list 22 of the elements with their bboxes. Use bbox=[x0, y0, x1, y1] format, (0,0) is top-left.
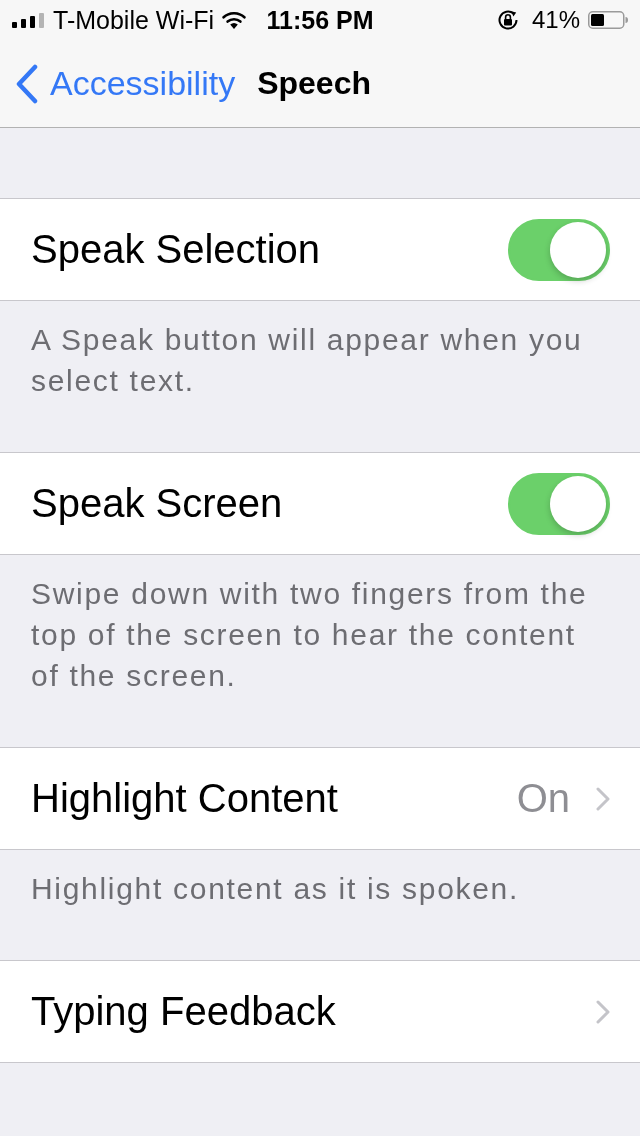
row-label: Typing Feedback bbox=[31, 989, 337, 1034]
row-value: On bbox=[516, 776, 570, 821]
toggle-switch[interactable] bbox=[508, 218, 610, 281]
footer-note: Swipe down with two fingers from the top of the screen to hear the content of the screen. bbox=[30, 576, 589, 694]
carrier-name: T-Mobile Wi-Fi bbox=[53, 5, 215, 35]
row-label: Highlight Content bbox=[31, 776, 339, 821]
battery-icon bbox=[588, 11, 628, 29]
rotation-lock-icon bbox=[495, 8, 520, 32]
chevron-right-icon bbox=[596, 786, 610, 811]
toggle-switch[interactable] bbox=[508, 472, 610, 535]
battery-percent: 41% bbox=[531, 6, 580, 34]
footer-note: A Speak button will appear when you select text. bbox=[30, 322, 584, 399]
chevron-left-icon bbox=[16, 63, 38, 104]
wifi-icon bbox=[222, 11, 247, 29]
status-time: 11:56 PM bbox=[266, 5, 374, 35]
row-label: Speak Screen bbox=[31, 481, 284, 526]
footer-note: Highlight content as it is spoken. bbox=[30, 871, 521, 907]
row-label: Speak Selection bbox=[31, 227, 322, 272]
back-button[interactable]: Accessibility bbox=[16, 63, 236, 104]
signal-icon bbox=[12, 12, 44, 28]
nav-title: Speech bbox=[257, 65, 371, 102]
chevron-right-icon bbox=[596, 999, 610, 1024]
